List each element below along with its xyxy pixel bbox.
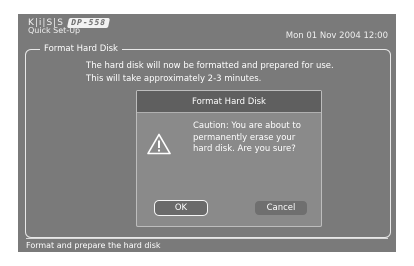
ok-button[interactable]: OK bbox=[154, 200, 208, 216]
panel-title: Format Hard Disk bbox=[40, 44, 122, 54]
confirm-dialog: Format Hard Disk Caution: You are about … bbox=[136, 90, 322, 227]
caution-message: Caution: You are about to permanently er… bbox=[193, 121, 301, 154]
cancel-button[interactable]: Cancel bbox=[254, 200, 308, 216]
tv-screen: K|i|S|S DP-558 Quick Set-Up Mon 01 Nov 2… bbox=[18, 14, 396, 252]
warning-icon bbox=[147, 133, 171, 155]
message-line-2: This will take approximately 2-3 minutes… bbox=[86, 74, 262, 84]
status-bar: Format and prepare the hard disk bbox=[26, 238, 388, 252]
dialog-body: Caution: You are about to permanently er… bbox=[137, 113, 321, 203]
message-line-1: The hard disk will now be formatted and … bbox=[86, 61, 334, 71]
panel-message: The hard disk will now be formatted and … bbox=[86, 60, 334, 86]
dialog-title: Format Hard Disk bbox=[137, 91, 321, 113]
datetime-display: Mon 01 Nov 2004 12:00 bbox=[285, 31, 388, 41]
page-subtitle: Quick Set-Up bbox=[28, 26, 81, 35]
